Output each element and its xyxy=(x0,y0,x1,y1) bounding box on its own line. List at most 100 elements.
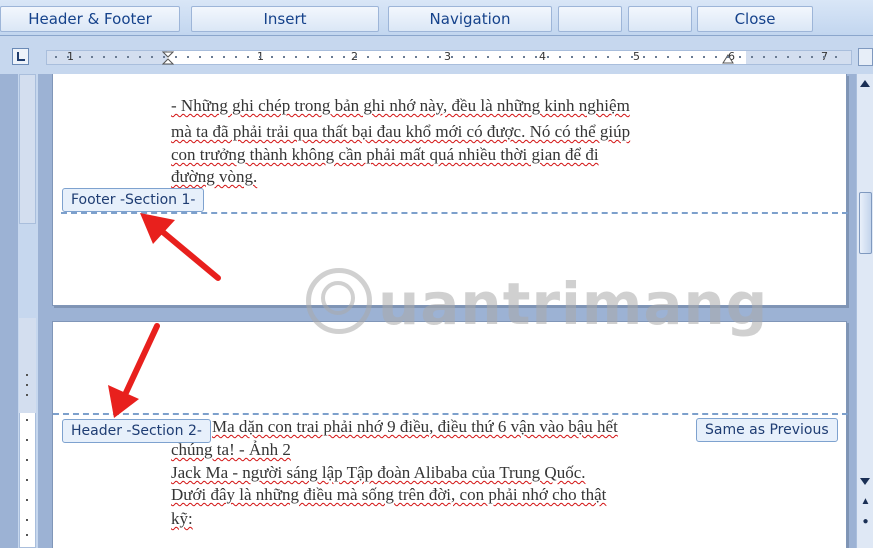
ruler-tick xyxy=(319,56,321,58)
ruler-tick xyxy=(487,56,489,58)
body-line: con trưởng thành không cần phải mất quá … xyxy=(171,145,599,164)
view-ruler-icon[interactable] xyxy=(858,48,873,66)
tab-insert[interactable]: Insert xyxy=(191,6,379,32)
watermark-text: uantrimang xyxy=(378,270,769,338)
header-section-2-tab[interactable]: Header -Section 2- xyxy=(62,419,211,443)
ruler-tick xyxy=(163,56,165,58)
ruler-tick xyxy=(727,56,729,58)
ruler-tick xyxy=(331,56,333,58)
ruler-tick xyxy=(835,56,837,58)
scroll-down-icon[interactable] xyxy=(860,478,870,485)
ruler-tick xyxy=(26,499,28,501)
ruler-tick xyxy=(67,56,69,58)
ruler-tick xyxy=(91,56,93,58)
vertical-ruler[interactable] xyxy=(18,74,38,548)
ruler-tick xyxy=(26,384,28,386)
ruler-tick xyxy=(26,519,28,521)
tab-close[interactable]: Close xyxy=(697,6,813,32)
same-as-previous-tab[interactable]: Same as Previous xyxy=(696,418,838,442)
ruler-tick xyxy=(379,56,381,58)
body-line: chúng ta! - Ảnh 2 xyxy=(171,440,291,459)
ruler-tick xyxy=(475,56,477,58)
body-line: mà ta đã phải trải qua thất bại đau khổ … xyxy=(171,122,631,141)
horizontal-ruler-bar: 1 1 2 3 4 5 6 7 xyxy=(0,36,873,74)
ruler-tick xyxy=(463,56,465,58)
ruler-tick xyxy=(283,56,285,58)
ruler-tick xyxy=(451,56,453,58)
body-line: Ma dặn con trai phải nhớ 9 điều, điều th… xyxy=(212,417,618,436)
tab-navigation[interactable]: Navigation xyxy=(388,6,552,32)
ruler-tick xyxy=(55,56,57,58)
ruler-tick xyxy=(643,56,645,58)
quantrimang-logo-icon xyxy=(306,268,372,334)
ruler-tick xyxy=(115,56,117,58)
ruler-tick xyxy=(667,56,669,58)
ruler-tick xyxy=(535,56,537,58)
body-line: đường vòng. xyxy=(171,167,258,186)
vertical-scrollbar[interactable]: ▲ ● xyxy=(856,74,873,548)
ruler-tick xyxy=(427,56,429,58)
ruler-tick xyxy=(271,56,273,58)
vertical-ruler-top-margin xyxy=(19,318,36,413)
ruler-tick xyxy=(715,56,717,58)
ruler-tick xyxy=(211,56,213,58)
ruler-tick xyxy=(103,56,105,58)
ruler-tick xyxy=(655,56,657,58)
scroll-thumb[interactable] xyxy=(859,192,872,254)
ruler-tick xyxy=(403,56,405,58)
body-line: kỹ: xyxy=(171,509,193,528)
ruler-number: 3 xyxy=(444,50,451,63)
ruler-tick xyxy=(26,534,28,536)
body-line: Jack Ma - người sáng lập Tập đoàn Alibab… xyxy=(171,463,586,482)
previous-page-icon[interactable]: ▲ xyxy=(860,496,871,508)
ruler-tick xyxy=(787,56,789,58)
ruler-tick xyxy=(127,56,129,58)
ruler-tick xyxy=(547,56,549,58)
ruler-tick xyxy=(391,56,393,58)
ruler-tick xyxy=(223,56,225,58)
ruler-tick xyxy=(739,56,741,58)
ruler-tick xyxy=(823,56,825,58)
ruler-tick xyxy=(187,56,189,58)
ruler-tick xyxy=(607,56,609,58)
left-indent-marker[interactable] xyxy=(162,51,174,65)
ruler-tick xyxy=(139,56,141,58)
ruler-tick xyxy=(811,56,813,58)
ruler-tick xyxy=(26,459,28,461)
ruler-tick xyxy=(26,374,28,376)
ruler-tick xyxy=(763,56,765,58)
ruler-tick xyxy=(511,56,513,58)
ruler-tick xyxy=(199,56,201,58)
body-line: Dưới đây là những điều mà sống trên đời,… xyxy=(171,485,607,504)
footer-boundary-line xyxy=(61,212,848,214)
ruler-tick xyxy=(26,479,28,481)
ruler-tick xyxy=(583,56,585,58)
ruler-tick xyxy=(307,56,309,58)
ribbon-tab-bar: Header & Footer Insert Navigation Close xyxy=(0,0,873,36)
ruler-tab-stop-icon[interactable] xyxy=(12,48,29,65)
ruler-tick xyxy=(415,56,417,58)
ruler-tick xyxy=(619,56,621,58)
ruler-tick xyxy=(259,56,261,58)
ruler-tick xyxy=(631,56,633,58)
scroll-up-icon[interactable] xyxy=(860,80,870,87)
ruler-tick xyxy=(367,56,369,58)
body-line: - Những ghi chép trong bản ghi nhớ này, … xyxy=(171,96,630,115)
ruler-tick xyxy=(151,56,153,58)
footer-section-1-tab[interactable]: Footer -Section 1- xyxy=(62,188,205,212)
ruler-number: 4 xyxy=(539,50,546,63)
ruler-tick xyxy=(571,56,573,58)
ruler-tick xyxy=(751,56,753,58)
ruler-tick xyxy=(799,56,801,58)
tab-options[interactable] xyxy=(558,6,622,32)
horizontal-ruler[interactable]: 1 1 2 3 4 5 6 7 xyxy=(46,50,852,65)
ruler-tick xyxy=(439,56,441,58)
ruler-tick xyxy=(79,56,81,58)
ruler-tick xyxy=(26,394,28,396)
tab-header-footer[interactable]: Header & Footer xyxy=(0,6,180,32)
ruler-tick xyxy=(343,56,345,58)
ruler-tick xyxy=(26,419,28,421)
select-browse-object-icon[interactable]: ● xyxy=(860,516,871,528)
tab-position[interactable] xyxy=(628,6,692,32)
header-boundary-line xyxy=(53,413,848,415)
